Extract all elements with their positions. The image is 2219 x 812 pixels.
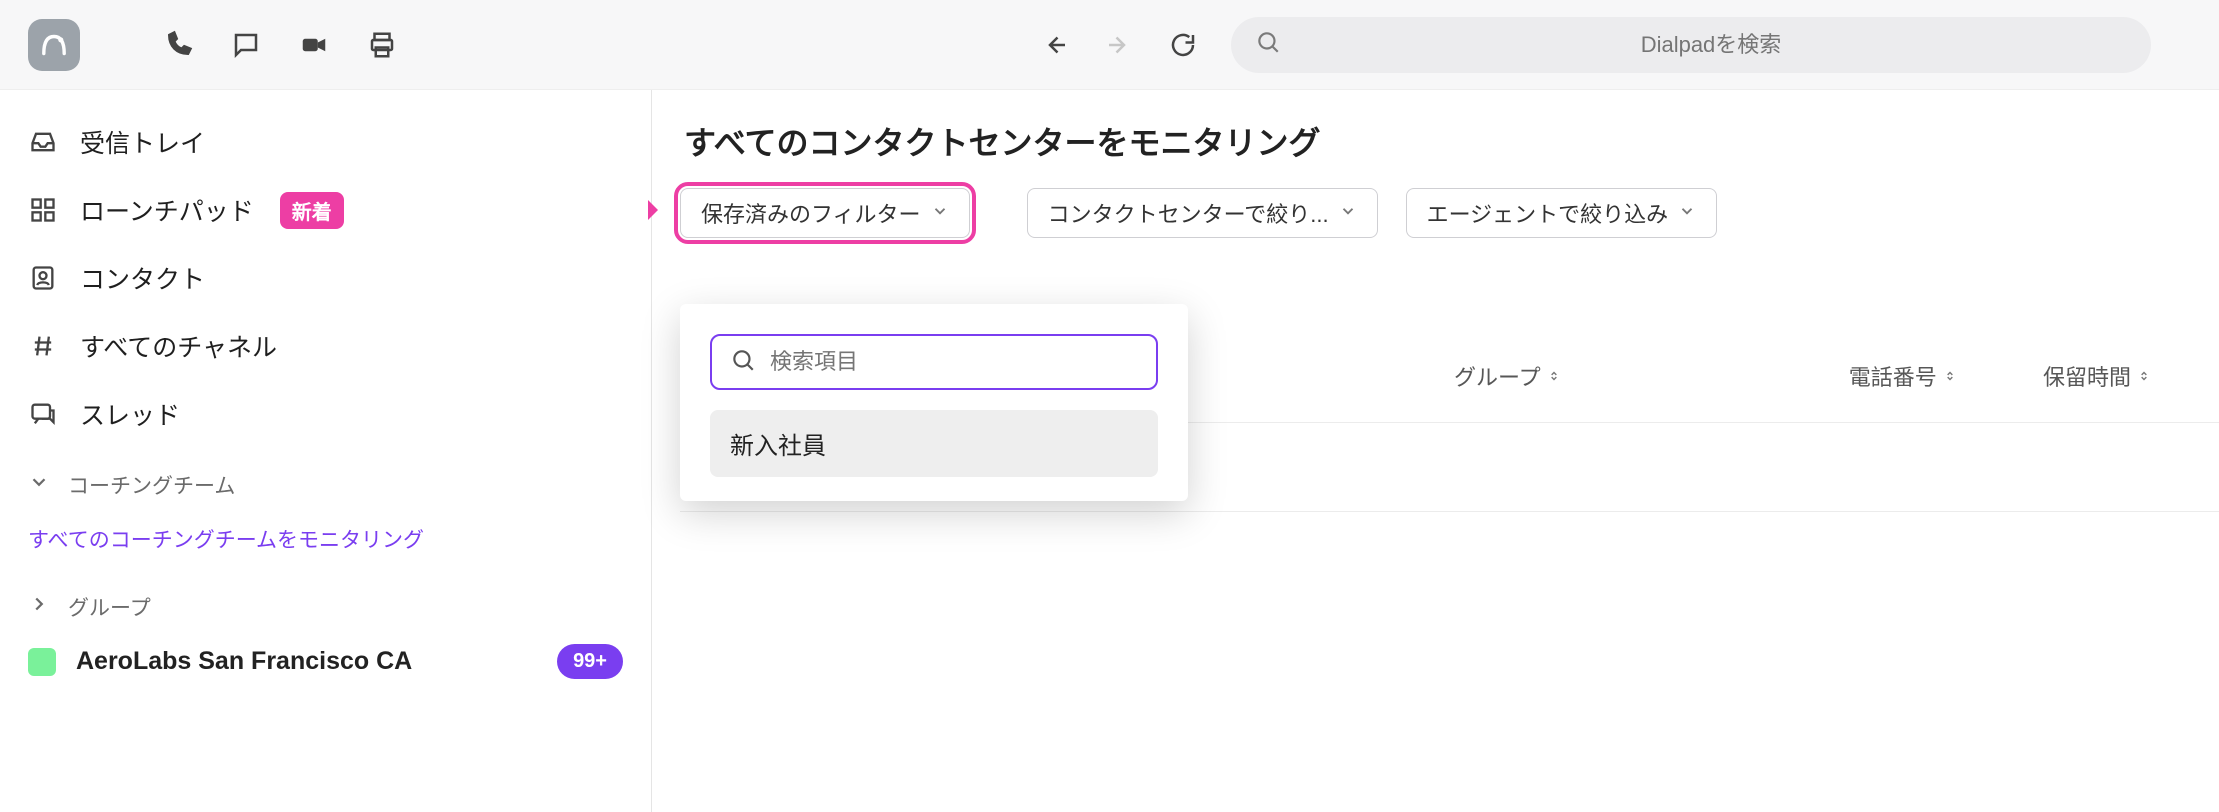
sort-icon [1547, 363, 1561, 389]
sidebar-item-contacts[interactable]: コンタクト [0, 244, 651, 312]
global-search[interactable] [1231, 17, 2151, 73]
hash-icon [28, 332, 58, 360]
sidebar-link-monitor-all-coaching[interactable]: すべてのコーチングチームをモニタリング [0, 508, 651, 570]
sidebar-item-channels[interactable]: すべてのチャネル [0, 312, 651, 380]
filter-label: コンタクトセンターで絞り... [1048, 197, 1329, 229]
group-name: AeroLabs San Francisco CA [76, 647, 412, 676]
column-header-group[interactable]: グループ [1454, 360, 1561, 392]
callout-arrow-icon [618, 196, 668, 229]
sidebar-group-item[interactable]: AeroLabs San Francisco CA 99+ [0, 630, 651, 693]
print-icon[interactable] [364, 27, 400, 63]
page-title: すべてのコンタクトセンターをモニタリング [684, 118, 2219, 164]
sidebar-section-group[interactable]: グループ [0, 570, 651, 630]
phone-icon[interactable] [160, 27, 196, 63]
search-icon [1255, 29, 1281, 60]
filter-saved-button[interactable]: 保存済みのフィルター [680, 188, 970, 238]
app-logo[interactable] [28, 19, 80, 71]
sort-icon [1943, 363, 1957, 389]
sidebar-item-label: コンタクト [80, 260, 205, 296]
search-icon [730, 347, 756, 378]
section-label: グループ [68, 592, 151, 622]
contacts-icon [28, 264, 58, 292]
video-icon[interactable] [296, 27, 332, 63]
group-swatch-icon [28, 648, 56, 676]
global-search-input[interactable] [1295, 32, 2127, 58]
column-header-phone[interactable]: 電話番号 [1849, 360, 1957, 392]
nav-forward-icon [1101, 27, 1137, 63]
thread-icon [28, 400, 58, 428]
inbox-icon [28, 128, 58, 156]
launchpad-icon [28, 196, 58, 224]
chat-icon[interactable] [228, 27, 264, 63]
saved-filter-dropdown: 新入社員 [680, 304, 1188, 501]
dropdown-item[interactable]: 新入社員 [710, 410, 1158, 477]
sidebar-item-label: スレッド [80, 396, 180, 432]
nav-back-icon[interactable] [1037, 27, 1073, 63]
nav-refresh-icon[interactable] [1165, 27, 1201, 63]
group-count-badge: 99+ [557, 644, 623, 679]
sidebar: 受信トレイ ローンチパッド 新着 コンタクト すべてのチャネル スレ [0, 90, 652, 812]
sidebar-item-label: ローンチパッド [80, 192, 254, 228]
filter-label: 保存済みのフィルター [701, 197, 921, 229]
sidebar-item-label: 受信トレイ [80, 124, 205, 160]
filter-label: エージェントで絞り込み [1427, 197, 1669, 229]
sidebar-item-launchpad[interactable]: ローンチパッド 新着 [0, 176, 651, 244]
filter-agent-button[interactable]: エージェントで絞り込み [1406, 188, 1718, 238]
sort-icon [2137, 363, 2151, 389]
sidebar-item-label: すべてのチャネル [80, 328, 277, 364]
sidebar-section-coaching[interactable]: コーチングチーム [0, 448, 651, 508]
dropdown-search-input[interactable] [770, 349, 1138, 375]
column-header-hold[interactable]: 保留時間 [2043, 360, 2151, 392]
dropdown-search[interactable] [710, 334, 1158, 390]
sidebar-item-inbox[interactable]: 受信トレイ [0, 108, 651, 176]
new-badge: 新着 [280, 192, 344, 229]
chevron-down-icon [1678, 200, 1696, 226]
chevron-down-icon [1339, 200, 1357, 226]
sidebar-item-threads[interactable]: スレッド [0, 380, 651, 448]
section-label: コーチングチーム [68, 470, 235, 500]
filter-contactcenter-button[interactable]: コンタクトセンターで絞り... [1027, 188, 1378, 238]
chevron-down-icon [931, 200, 949, 226]
chevron-down-icon [28, 471, 50, 499]
chevron-right-icon [28, 593, 50, 621]
